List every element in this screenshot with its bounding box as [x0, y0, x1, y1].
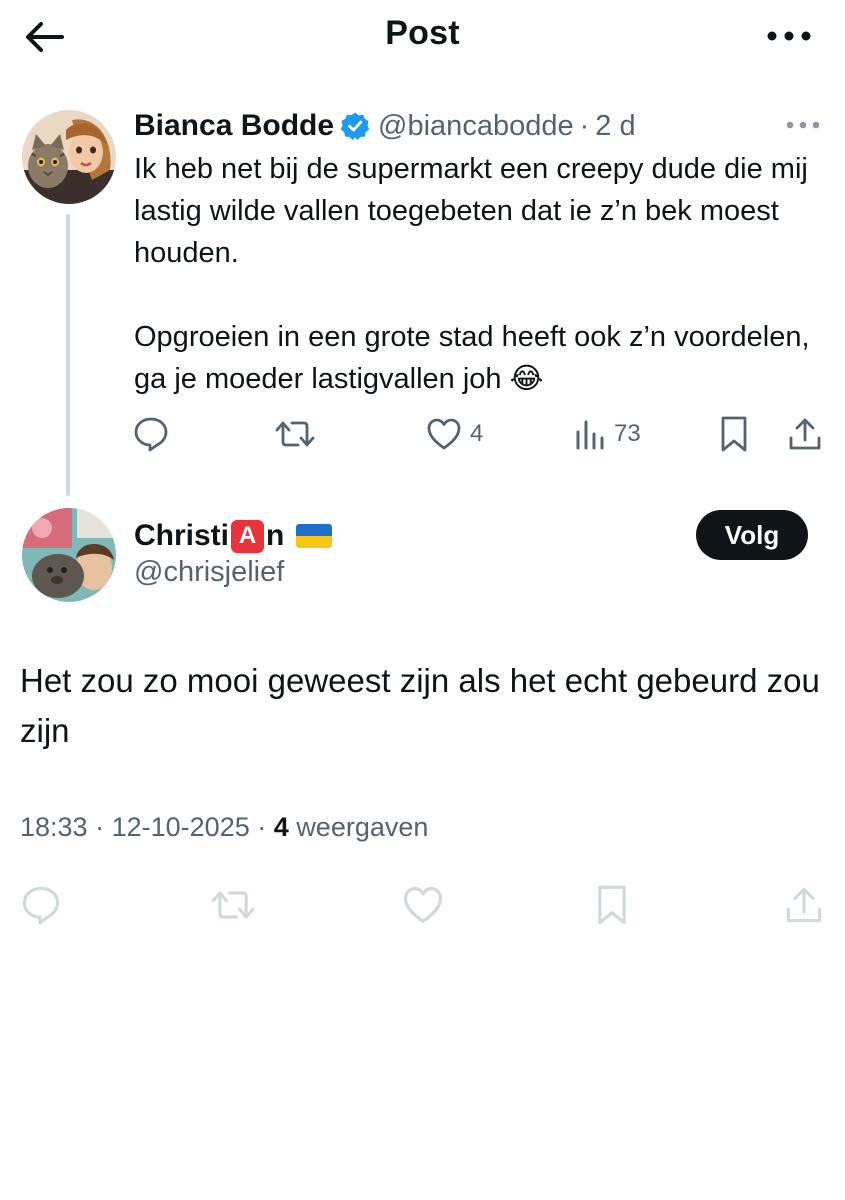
analytics-icon: [576, 420, 604, 450]
repost-button[interactable]: [274, 412, 316, 456]
reply-author-name[interactable]: Christi An: [134, 514, 333, 558]
share-button[interactable]: [788, 412, 822, 456]
ukraine-flag-icon: [296, 524, 333, 548]
parent-tweet-actions: 4 73: [132, 412, 832, 456]
avatar-bianca-image: [22, 110, 116, 204]
name-text: n: [266, 519, 285, 552]
avatar-chris-image: [22, 508, 116, 602]
more-horizontal-icon: [767, 31, 811, 41]
heart-icon: [403, 887, 443, 923]
share-icon: [786, 887, 822, 923]
reply-button[interactable]: [132, 412, 170, 456]
repost-icon: [211, 891, 255, 919]
more-options-button[interactable]: [763, 18, 815, 54]
tweet-paragraph: Opgroeien in een grote stad heeft ook z’…: [134, 321, 810, 395]
reply-text: Het zou zo mooi geweest zijn als het ech…: [20, 662, 820, 749]
share-icon: [789, 418, 821, 450]
like-button[interactable]: [400, 882, 446, 928]
follow-button[interactable]: Volg: [696, 510, 808, 560]
reply-author-handle[interactable]: @chrisjelief: [134, 556, 284, 589]
separator-dot: ·: [95, 812, 105, 842]
tweet-more-button[interactable]: [783, 110, 823, 140]
bookmark-icon: [721, 416, 747, 452]
bookmark-icon: [598, 885, 626, 925]
author-handle[interactable]: @biancabodde: [378, 110, 574, 143]
reply-icon: [22, 886, 60, 925]
tweet-paragraph: Ik heb net bij de supermarkt een creepy …: [134, 153, 808, 269]
reply-icon: [134, 417, 168, 452]
reply-button[interactable]: [18, 882, 64, 928]
views-label: weergaven: [296, 812, 429, 842]
separator-dot: ·: [257, 812, 267, 842]
post-meta: 18:33 · 12-10-2025 · 4 weergaven: [20, 812, 428, 843]
parent-tweet-header: Bianca Bodde @biancabodde · 2 d: [134, 106, 636, 146]
like-count: 4: [470, 420, 484, 447]
views-count: 73: [614, 420, 641, 447]
post-time[interactable]: 18:33: [20, 812, 88, 842]
top-bar: Post: [0, 0, 845, 74]
verified-badge-icon: [340, 111, 370, 141]
name-text: Christi: [134, 519, 230, 552]
thread-connector-line: [66, 214, 70, 496]
views-count: 4: [273, 812, 289, 842]
parent-tweet-text: Ik heb net bij de supermarkt een creepy …: [134, 148, 824, 400]
separator-dot: ·: [579, 109, 590, 142]
reply-actions: [0, 882, 845, 928]
avatar[interactable]: [22, 508, 116, 602]
post-date[interactable]: 12-10-2025: [112, 812, 250, 842]
repost-icon: [275, 421, 315, 447]
avatar[interactable]: [22, 110, 116, 204]
bookmark-button[interactable]: [718, 412, 750, 456]
a-button-emoji-icon: A: [231, 519, 265, 553]
bookmark-button[interactable]: [592, 882, 632, 928]
page-title: Post: [385, 14, 460, 52]
heart-icon: [427, 418, 461, 450]
views-button[interactable]: 73: [574, 412, 641, 456]
like-button[interactable]: 4: [426, 412, 483, 456]
repost-button[interactable]: [208, 882, 258, 928]
author-name[interactable]: Bianca Bodde: [134, 109, 334, 143]
share-button[interactable]: [784, 882, 824, 928]
post-time[interactable]: 2 d: [595, 110, 635, 143]
more-horizontal-icon: [786, 121, 820, 129]
